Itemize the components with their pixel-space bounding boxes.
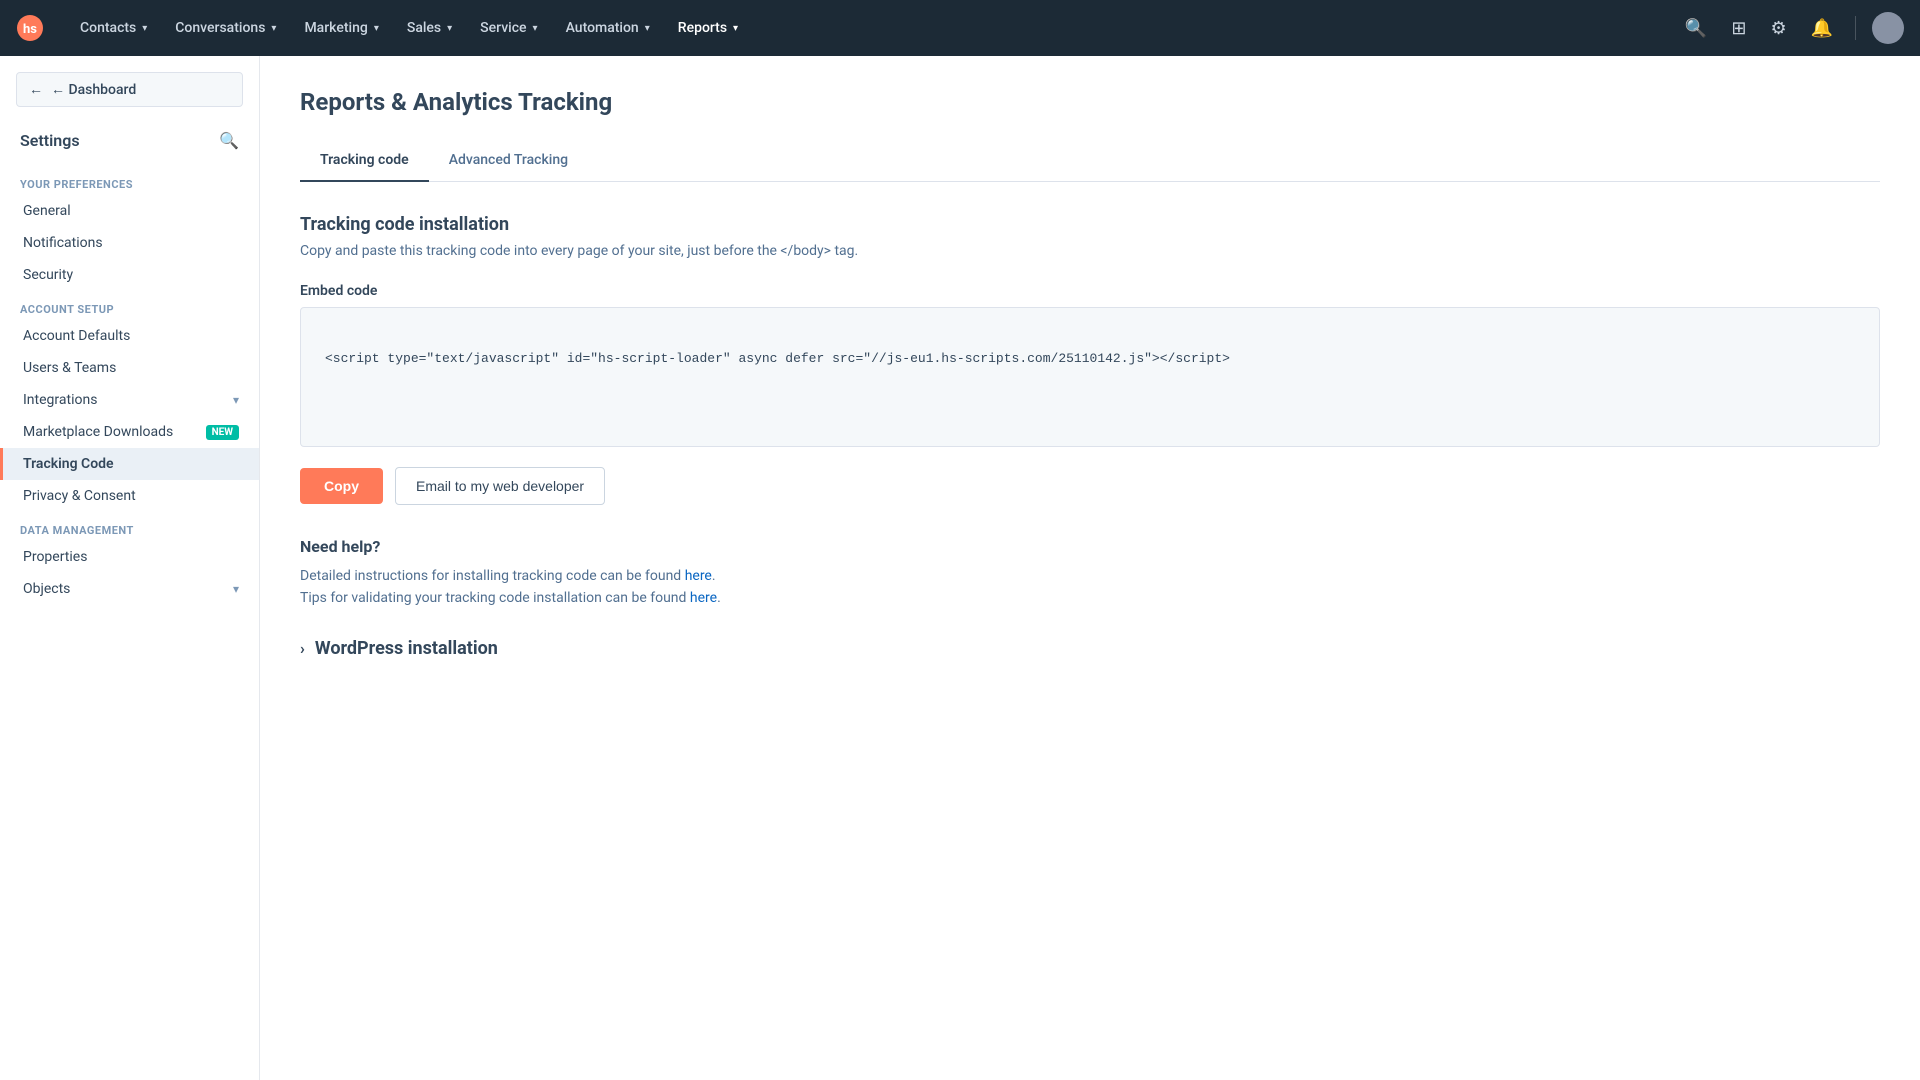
tab-bar: Tracking code Advanced Tracking xyxy=(300,140,1880,182)
nav-automation[interactable]: Automation ▾ xyxy=(554,12,662,44)
help-line-2: Tips for validating your tracking code i… xyxy=(300,590,1880,606)
chevron-down-icon: ▾ xyxy=(447,23,452,34)
nav-marketing[interactable]: Marketing ▾ xyxy=(292,12,390,44)
marketplace-icon[interactable]: ⊞ xyxy=(1725,12,1752,45)
tab-advanced-tracking[interactable]: Advanced Tracking xyxy=(429,140,588,182)
sidebar: ← ← Dashboard Settings 🔍 Your Preference… xyxy=(0,56,260,1080)
section-title: Tracking code installation xyxy=(300,214,1880,235)
sidebar-search-icon[interactable]: 🔍 xyxy=(219,131,239,150)
sidebar-item-integrations[interactable]: Integrations ▾ xyxy=(0,384,259,416)
email-developer-button[interactable]: Email to my web developer xyxy=(395,467,605,505)
sidebar-item-tracking-code[interactable]: Tracking Code xyxy=(0,448,259,480)
copy-button[interactable]: Copy xyxy=(300,468,383,504)
sidebar-item-users-teams[interactable]: Users & Teams xyxy=(0,352,259,384)
main-content: Reports & Analytics Tracking Tracking co… xyxy=(260,56,1920,1080)
objects-content: Objects xyxy=(23,581,70,597)
chevron-right-icon: › xyxy=(300,639,305,658)
actions-row: Copy Email to my web developer xyxy=(300,467,1880,505)
notifications-icon[interactable]: 🔔 xyxy=(1805,12,1839,45)
sidebar-section-account-setup: Account Setup xyxy=(0,291,259,320)
sidebar-item-objects[interactable]: Objects ▾ xyxy=(0,573,259,605)
embed-code-block[interactable]: <script type="text/javascript" id="hs-sc… xyxy=(300,307,1880,447)
hubspot-logo[interactable]: hs xyxy=(16,14,44,42)
wordpress-installation-section[interactable]: › WordPress installation xyxy=(300,638,1880,659)
sidebar-item-account-defaults[interactable]: Account Defaults xyxy=(0,320,259,352)
nav-conversations[interactable]: Conversations ▾ xyxy=(163,12,288,44)
chevron-down-icon: ▾ xyxy=(733,23,738,34)
help-link-1[interactable]: here xyxy=(685,568,712,584)
embed-code-label: Embed code xyxy=(300,283,1880,299)
integrations-content: Integrations xyxy=(23,392,97,408)
tab-tracking-code[interactable]: Tracking code xyxy=(300,140,429,182)
nav-service[interactable]: Service ▾ xyxy=(468,12,549,44)
app-body: ← ← Dashboard Settings 🔍 Your Preference… xyxy=(0,56,1920,1080)
sidebar-section-data-management: Data Management xyxy=(0,512,259,541)
svg-text:hs: hs xyxy=(23,22,37,37)
sidebar-item-properties[interactable]: Properties xyxy=(0,541,259,573)
nav-contacts[interactable]: Contacts ▾ xyxy=(68,12,159,44)
chevron-down-icon: ▾ xyxy=(645,23,650,34)
back-arrow-icon: ← xyxy=(29,81,43,98)
settings-icon[interactable]: ⚙ xyxy=(1764,12,1792,45)
top-navigation: hs Contacts ▾ Conversations ▾ Marketing … xyxy=(0,0,1920,56)
top-nav-items: Contacts ▾ Conversations ▾ Marketing ▾ S… xyxy=(68,12,1679,44)
sidebar-item-marketplace-downloads[interactable]: Marketplace Downloads NEW xyxy=(0,416,259,448)
dashboard-button[interactable]: ← ← Dashboard xyxy=(16,72,243,107)
avatar[interactable] xyxy=(1872,12,1904,44)
sidebar-section-your-preferences: Your Preferences xyxy=(0,166,259,195)
sidebar-item-notifications[interactable]: Notifications xyxy=(0,227,259,259)
need-help-title: Need help? xyxy=(300,537,1880,556)
help-line-1: Detailed instructions for installing tra… xyxy=(300,568,1880,584)
chevron-down-icon: ▾ xyxy=(233,393,239,407)
chevron-down-icon: ▾ xyxy=(142,23,147,34)
sidebar-item-general[interactable]: General xyxy=(0,195,259,227)
nav-divider xyxy=(1855,16,1856,40)
new-badge: NEW xyxy=(206,425,239,440)
settings-title: Settings xyxy=(20,131,80,150)
chevron-down-icon: ▾ xyxy=(374,23,379,34)
sidebar-item-security[interactable]: Security xyxy=(0,259,259,291)
nav-sales[interactable]: Sales ▾ xyxy=(395,12,464,44)
section-description: Copy and paste this tracking code into e… xyxy=(300,243,1880,259)
help-link-2[interactable]: here xyxy=(690,590,717,606)
sidebar-header: Settings 🔍 xyxy=(0,123,259,158)
search-icon[interactable]: 🔍 xyxy=(1679,12,1713,45)
page-title: Reports & Analytics Tracking xyxy=(300,88,1880,116)
chevron-down-icon: ▾ xyxy=(271,23,276,34)
chevron-down-icon: ▾ xyxy=(533,23,538,34)
nav-reports[interactable]: Reports ▾ xyxy=(666,12,750,44)
sidebar-item-privacy-consent[interactable]: Privacy & Consent xyxy=(0,480,259,512)
chevron-down-icon: ▾ xyxy=(233,582,239,596)
top-nav-right: 🔍 ⊞ ⚙ 🔔 xyxy=(1679,12,1904,45)
wordpress-title: WordPress installation xyxy=(315,638,498,659)
